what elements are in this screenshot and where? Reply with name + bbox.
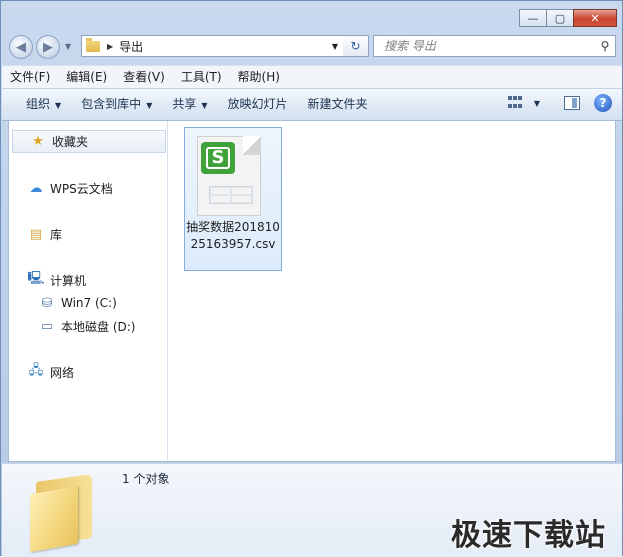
organize-label: 组织 bbox=[26, 97, 51, 111]
sidebar-item-label: Win7 (C:) bbox=[61, 296, 117, 310]
search-input[interactable] bbox=[382, 38, 595, 54]
folder-icon bbox=[28, 474, 100, 553]
search-box[interactable]: ⚲ bbox=[373, 35, 616, 57]
file-name: 抽奖数据20181025163957.csv bbox=[186, 220, 280, 251]
menu-view[interactable]: 查看(V) bbox=[115, 66, 173, 88]
include-library-label: 包含到库中 bbox=[81, 97, 142, 111]
sidebar-item-label: 本地磁盘 (D:) bbox=[61, 319, 136, 334]
sidebar-item-drive-d[interactable]: ▭ 本地磁盘 (D:) bbox=[11, 315, 166, 337]
menu-file[interactable]: 文件(F) bbox=[2, 66, 58, 88]
address-bar[interactable]: ▶ 导出 ▼ bbox=[81, 35, 369, 57]
back-arrow-icon: ◀ bbox=[16, 39, 26, 55]
minimize-button[interactable]: — bbox=[519, 9, 547, 27]
window-controls: — ▢ ✕ bbox=[519, 9, 617, 27]
views-icon bbox=[507, 96, 524, 110]
cloud-icon: ☁ bbox=[29, 180, 43, 196]
menu-tools[interactable]: 工具(T) bbox=[173, 66, 230, 88]
recent-pages-dropdown-icon[interactable]: ▼ bbox=[65, 42, 71, 51]
breadcrumb-chevron-icon[interactable]: ▶ bbox=[107, 42, 113, 51]
chevron-down-icon: ▼ bbox=[55, 101, 62, 110]
details-pane: 1 个对象 极速下载站 bbox=[2, 463, 622, 557]
menu-help[interactable]: 帮助(H) bbox=[230, 66, 288, 88]
file-item[interactable]: S 抽奖数据20181025163957.csv bbox=[184, 127, 282, 271]
slideshow-button[interactable]: 放映幻灯片 bbox=[218, 89, 298, 120]
sidebar-item-computer[interactable]: 🖳 计算机 bbox=[11, 269, 166, 291]
new-folder-button[interactable]: 新建文件夹 bbox=[298, 89, 378, 120]
sidebar-item-label: 库 bbox=[50, 227, 63, 242]
file-list: S 抽奖数据20181025163957.csv bbox=[168, 121, 615, 461]
sidebar-item-wps-cloud[interactable]: ☁ WPS云文档 bbox=[11, 177, 166, 199]
forward-button[interactable]: ▶ bbox=[36, 35, 60, 59]
chevron-down-icon: ▼ bbox=[533, 98, 540, 108]
maximize-button[interactable]: ▢ bbox=[546, 9, 574, 27]
chevron-down-icon: ▼ bbox=[201, 101, 208, 110]
chevron-down-icon: ▼ bbox=[146, 101, 153, 110]
hard-drive-icon: ▭ bbox=[40, 318, 54, 334]
help-icon[interactable]: ? bbox=[594, 94, 612, 112]
sidebar-item-favorites[interactable]: ★ 收藏夹 bbox=[12, 130, 166, 153]
folder-icon bbox=[86, 37, 100, 52]
explorer-window: — ▢ ✕ ◀ ▶ ▼ ▶ 导出 ▼ ↻ ⚲ 文件(F) 编辑(E bbox=[0, 0, 623, 557]
view-controls: ▼ ? bbox=[507, 94, 612, 112]
sidebar-item-label: 收藏夹 bbox=[52, 135, 89, 149]
refresh-icon: ↻ bbox=[350, 39, 361, 53]
watermark: 极速下载站 bbox=[451, 518, 606, 553]
nav-buttons: ◀ ▶ ▼ bbox=[9, 34, 81, 60]
organize-button[interactable]: 组织 ▼ bbox=[2, 89, 71, 120]
network-icon: 🖧 bbox=[28, 363, 44, 378]
star-icon: ★ bbox=[32, 134, 44, 149]
close-button[interactable]: ✕ bbox=[573, 9, 617, 27]
sidebar-item-network[interactable]: 🖧 网络 bbox=[11, 361, 166, 383]
navigation-pane: ★ 收藏夹 ☁ WPS云文档 ▤ 库 🖳 计算机 ⛁ Win7 (C:) ▭ 本… bbox=[9, 121, 168, 461]
share-button[interactable]: 共享 ▼ bbox=[162, 89, 217, 120]
change-view-button[interactable]: ▼ bbox=[507, 96, 540, 110]
share-label: 共享 bbox=[172, 97, 197, 111]
sidebar-item-label: 网络 bbox=[50, 365, 75, 380]
sidebar-item-libraries[interactable]: ▤ 库 bbox=[11, 223, 166, 245]
back-button[interactable]: ◀ bbox=[9, 35, 33, 59]
menu-edit[interactable]: 编辑(E) bbox=[58, 66, 115, 88]
address-dropdown-icon[interactable]: ▼ bbox=[328, 42, 342, 51]
search-icon[interactable]: ⚲ bbox=[595, 39, 615, 53]
item-count: 1 个对象 bbox=[122, 472, 170, 486]
library-icon: ▤ bbox=[29, 226, 43, 242]
command-bar: 组织 ▼ 包含到库中 ▼ 共享 ▼ 放映幻灯片 新建文件夹 ▼ ? bbox=[2, 88, 622, 121]
main-area: ★ 收藏夹 ☁ WPS云文档 ▤ 库 🖳 计算机 ⛁ Win7 (C:) ▭ 本… bbox=[8, 120, 616, 462]
sidebar-item-label: 计算机 bbox=[50, 273, 87, 288]
title-bar: — ▢ ✕ ◀ ▶ ▼ ▶ 导出 ▼ ↻ ⚲ bbox=[1, 1, 623, 63]
forward-arrow-icon: ▶ bbox=[43, 39, 53, 55]
sidebar-item-drive-c[interactable]: ⛁ Win7 (C:) bbox=[11, 292, 166, 314]
computer-icon: 🖳 bbox=[27, 271, 45, 286]
breadcrumb-current[interactable]: 导出 bbox=[119, 38, 328, 55]
navigation-bar: ◀ ▶ ▼ ▶ 导出 ▼ ↻ ⚲ bbox=[9, 34, 616, 60]
refresh-button[interactable]: ↻ bbox=[343, 35, 369, 57]
wps-spreadsheet-icon: S bbox=[197, 136, 261, 216]
include-in-library-button[interactable]: 包含到库中 ▼ bbox=[71, 89, 162, 120]
system-drive-icon: ⛁ bbox=[41, 295, 53, 311]
menu-bar: 文件(F) 编辑(E) 查看(V) 工具(T) 帮助(H) bbox=[2, 65, 622, 88]
sidebar-item-label: WPS云文档 bbox=[50, 181, 113, 196]
preview-pane-icon[interactable] bbox=[564, 96, 580, 110]
